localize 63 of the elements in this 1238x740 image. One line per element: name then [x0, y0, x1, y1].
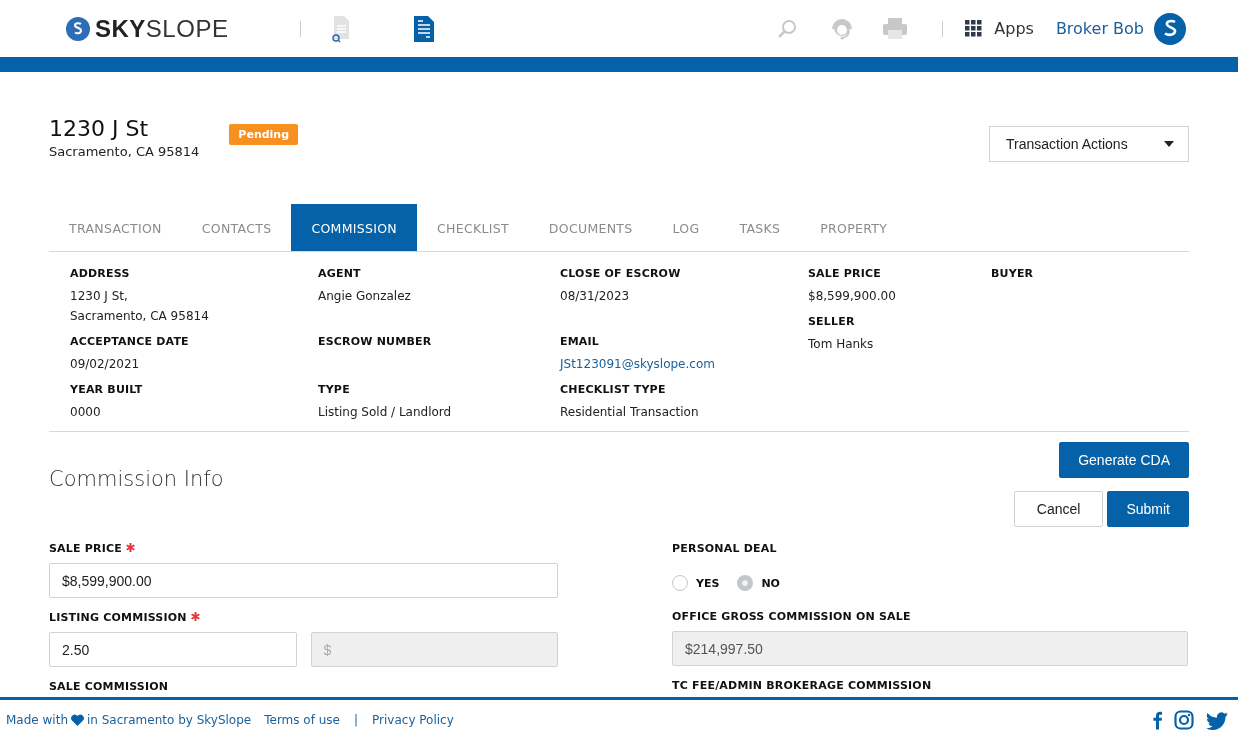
radio-option[interactable]: NO — [737, 575, 780, 591]
detail-label: YEAR BUILT — [70, 383, 144, 396]
detail-label: SALE PRICE — [808, 267, 882, 280]
footer-credit: in Sacramento by SkySlope — [87, 713, 252, 727]
tab[interactable]: DOCUMENTS — [528, 204, 653, 251]
facebook-icon[interactable] — [1150, 709, 1162, 731]
tab[interactable]: TASKS — [719, 204, 801, 251]
tab[interactable]: LOG — [652, 204, 720, 251]
submit-button[interactable]: Submit — [1107, 491, 1189, 527]
detail-value: Residential Transaction — [560, 404, 700, 421]
property-title: 1230 J St — [49, 116, 150, 141]
detail-value: 08/31/2023 — [560, 288, 631, 305]
generate-cda-button[interactable]: Generate CDA — [1059, 442, 1189, 478]
tab[interactable]: TRANSACTION — [49, 204, 182, 251]
email-link[interactable]: JSt123091@skyslope.com — [560, 354, 808, 374]
detail-value: 0000 — [70, 404, 102, 421]
transaction-actions-dropdown[interactable]: Transaction Actions — [989, 126, 1189, 162]
text-input-field[interactable]: $8,599,900.00 — [49, 563, 558, 598]
detail-label: CHECKLIST TYPE — [560, 383, 667, 396]
detail-label: ACCEPTANCE DATE — [70, 335, 190, 348]
grid-icon — [965, 20, 983, 37]
detail-value: Listing Sold / Landlord — [318, 404, 453, 421]
detail-value: 09/02/2021 — [70, 356, 141, 373]
radio-option[interactable]: YES — [672, 575, 720, 591]
footer-credit: Made with — [6, 713, 68, 727]
logo-text: SKYSLOPE — [95, 14, 229, 43]
detail-label: SELLER — [808, 315, 856, 328]
section-title: Commission Info — [49, 467, 224, 491]
detail-label: TYPE — [318, 383, 351, 396]
field-label: LISTING COMMISSION — [49, 611, 187, 624]
instagram-icon[interactable] — [1174, 710, 1194, 730]
user-name[interactable]: Broker Bob — [1055, 19, 1144, 38]
detail-value: 1230 J St, Sacramento, CA 95814 — [70, 288, 210, 325]
detail-label: BUYER — [991, 267, 1035, 280]
status-badge: Pending — [229, 124, 299, 145]
privacy-link[interactable]: Privacy Policy — [372, 713, 454, 727]
detail-value: $8,599,900.00 — [808, 288, 897, 305]
logo-icon — [66, 16, 90, 41]
twitter-icon[interactable] — [1206, 710, 1228, 730]
text-input-field[interactable]: 2.50 — [49, 632, 297, 667]
detail-value: Tom Hanks — [808, 336, 875, 353]
avatar-icon[interactable] — [1154, 12, 1186, 45]
detail-label: ADDRESS — [70, 267, 131, 280]
caret-icon — [1164, 141, 1174, 147]
field-label: SALE COMMISSION — [49, 680, 169, 693]
heart-icon — [71, 714, 84, 726]
footer-separator: | — [354, 713, 359, 727]
apps-menu[interactable]: Apps — [965, 19, 1034, 38]
tab[interactable]: COMMISSION — [291, 204, 417, 251]
field-label: PERSONAL DEAL — [672, 542, 777, 555]
property-subtitle: Sacramento, CA 95814 — [49, 144, 200, 159]
field-label: OFFICE GROSS COMMISSION ON SALE — [672, 610, 911, 623]
detail-label: ESCROW NUMBER — [318, 335, 433, 348]
document-icon[interactable] — [413, 14, 436, 43]
field-label: TC FEE/ADMIN BROKERAGE COMMISSION — [672, 679, 932, 692]
tab[interactable]: CONTACTS — [181, 204, 292, 251]
detail-label: EMAIL — [560, 335, 601, 348]
terms-link[interactable]: Terms of use — [264, 713, 340, 727]
field-label: SALE PRICE — [49, 542, 122, 555]
cancel-button[interactable]: Cancel — [1013, 491, 1104, 527]
detail-value: Angie Gonzalez — [318, 288, 412, 305]
detail-label: AGENT — [318, 267, 362, 280]
detail-label: CLOSE OF ESCROW — [560, 267, 682, 280]
